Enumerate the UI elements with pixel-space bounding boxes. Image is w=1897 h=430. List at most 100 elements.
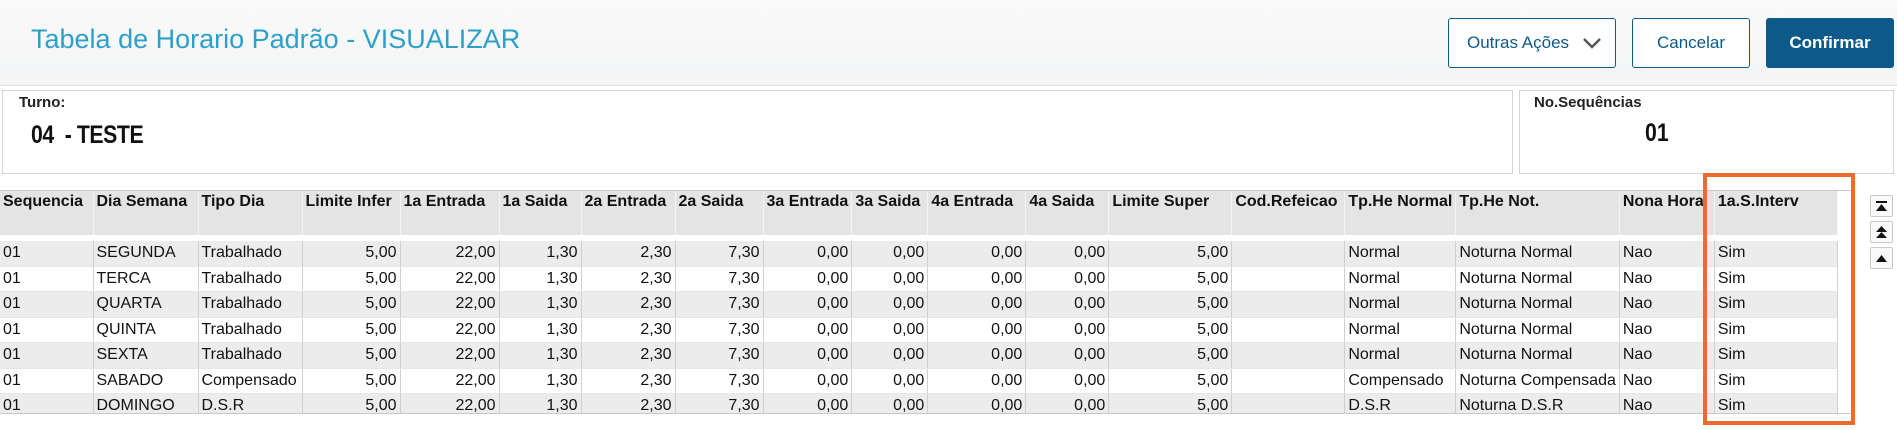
table-cell: 01 (0, 393, 94, 413)
more-actions-button[interactable]: Outras Ações (1448, 18, 1616, 68)
table-cell: 7,30 (675, 317, 764, 343)
table-cell: 0,00 (1025, 241, 1110, 267)
table-cell: 7,30 (675, 368, 764, 394)
column-header[interactable]: 3a Entrada (763, 191, 853, 235)
table-cell: Trabalhado (198, 342, 303, 369)
table-cell: 0,00 (1025, 317, 1110, 343)
scroll-to-top-icon[interactable] (1870, 195, 1893, 217)
column-header[interactable]: Tp.He Not. (1455, 191, 1620, 235)
table-cell: Noturna Normal (1455, 317, 1620, 343)
sequences-value: 01 (1645, 119, 1669, 147)
table-cell: Trabalhado (198, 241, 303, 267)
column-header[interactable]: 4a Saida (1025, 191, 1110, 235)
table-cell: 1,30 (499, 266, 582, 292)
column-header[interactable]: 3a Saida (851, 191, 929, 235)
schedule-table: Sequencia Dia Semana Tipo Dia Limite Infer 1… (0, 191, 1838, 413)
table-cell: Sim (1714, 368, 1838, 394)
column-header[interactable]: Limite Infer (302, 191, 401, 235)
table-cell: 0,00 (763, 393, 853, 413)
table-cell: Sim (1714, 266, 1838, 292)
table-cell: 7,30 (675, 241, 764, 267)
table-cell: Compensado (198, 368, 303, 394)
table-row[interactable]: 01 QUINTA Trabalhado 5,00 22,00 1,30 2,30 7,30 0… (0, 317, 1838, 343)
table-cell: Normal (1344, 291, 1457, 318)
table-cell: Nao (1619, 368, 1715, 394)
table-cell: 0,00 (851, 317, 929, 343)
table-row[interactable]: 01 TERCA Trabalhado 5,00 22,00 1,30 2,30 7,30 0,… (0, 266, 1838, 292)
table-cell: Nao (1619, 342, 1715, 369)
table-cell: 5,00 (302, 342, 401, 369)
row-up-icon[interactable] (1870, 247, 1893, 269)
column-header[interactable]: 4a Entrada (927, 191, 1027, 235)
table-cell (1231, 241, 1346, 267)
cancel-button[interactable]: Cancelar (1632, 18, 1750, 68)
table-cell: 0,00 (1025, 393, 1110, 413)
column-header[interactable]: 1a Saida (499, 191, 582, 235)
column-header[interactable]: 1a Entrada (400, 191, 500, 235)
table-cell: TERCA (93, 266, 199, 292)
table-cell: Nao (1619, 291, 1715, 318)
table-cell: Sim (1714, 342, 1838, 369)
table-cell: Noturna Compensada (1455, 368, 1620, 394)
table-row[interactable]: 01 SEGUNDA Trabalhado 5,00 22,00 1,30 2,30 7,30… (0, 241, 1838, 267)
table-row[interactable]: 01 SEXTA Trabalhado 5,00 22,00 1,30 2,30 7,30 0,… (0, 342, 1838, 369)
table-cell: 5,00 (302, 393, 401, 413)
column-header[interactable]: Sequencia (0, 191, 94, 235)
table-cell: 0,00 (1025, 291, 1110, 318)
table-cell: Sim (1714, 241, 1838, 267)
column-header[interactable]: Tipo Dia (198, 191, 303, 235)
table-cell: 22,00 (400, 266, 500, 292)
column-header[interactable]: Nona Hora (1619, 191, 1715, 235)
table-cell: Trabalhado (198, 317, 303, 343)
table-cell: 01 (0, 241, 94, 267)
confirm-button[interactable]: Confirmar (1766, 18, 1894, 68)
table-cell: 1,30 (499, 241, 582, 267)
table-cell: 0,00 (763, 342, 853, 369)
table-cell: 0,00 (851, 241, 929, 267)
table-cell: 0,00 (763, 368, 853, 394)
table-cell: 5,00 (1108, 266, 1233, 292)
table-cell: 22,00 (400, 291, 500, 318)
table-cell (1231, 291, 1346, 318)
table-row[interactable]: 01 SABADO Compensado 5,00 22,00 1,30 2,30 7,30 0… (0, 368, 1838, 394)
schedule-grid: Sequencia Dia Semana Tipo Dia Limite Infer 1… (0, 190, 1855, 414)
table-cell: 2,30 (581, 266, 676, 292)
table-cell: Normal (1344, 266, 1457, 292)
table-cell: 7,30 (675, 266, 764, 292)
column-header[interactable]: 2a Saida (675, 191, 764, 235)
table-cell: 7,30 (675, 291, 764, 318)
table-cell: Trabalhado (198, 291, 303, 318)
table-cell (1231, 368, 1346, 394)
table-cell: 1,30 (499, 317, 582, 343)
table-cell: 0,00 (927, 266, 1027, 292)
table-cell: 0,00 (763, 291, 853, 318)
table-row[interactable]: 01 QUARTA Trabalhado 5,00 22,00 1,30 2,30 7,30 0… (0, 291, 1838, 318)
column-header[interactable]: Dia Semana (93, 191, 199, 235)
table-cell: Noturna Normal (1455, 266, 1620, 292)
table-cell: 5,00 (302, 266, 401, 292)
table-cell: 0,00 (763, 266, 853, 292)
table-cell: Noturna D.S.R (1455, 393, 1620, 413)
table-row[interactable]: 01 DOMINGO D.S.R 5,00 22,00 1,30 2,30 7,30 0,00 0… (0, 393, 1838, 413)
table-cell: Sim (1714, 291, 1838, 318)
column-header[interactable]: Tp.He Normal (1344, 191, 1457, 235)
column-header[interactable]: Limite Super (1108, 191, 1233, 235)
table-cell: 2,30 (581, 393, 676, 413)
table-cell: Normal (1344, 342, 1457, 369)
column-header[interactable]: Cod.Refeicao (1231, 191, 1346, 235)
table-cell: 2,30 (581, 317, 676, 343)
table-cell: Compensado (1344, 368, 1457, 394)
page-up-icon[interactable] (1870, 221, 1893, 243)
column-header[interactable]: 2a Entrada (581, 191, 676, 235)
table-cell: 5,00 (1108, 393, 1233, 413)
table-cell: 0,00 (927, 368, 1027, 394)
table-cell: 0,00 (927, 291, 1027, 318)
table-cell: QUINTA (93, 317, 199, 343)
table-cell: SEGUNDA (93, 241, 199, 267)
column-header[interactable]: 1a.S.Interv (1714, 191, 1838, 235)
table-cell: 01 (0, 317, 94, 343)
table-cell: 2,30 (581, 342, 676, 369)
table-cell: 5,00 (302, 368, 401, 394)
table-cell: Sim (1714, 393, 1838, 413)
chevron-down-icon (1583, 38, 1601, 49)
